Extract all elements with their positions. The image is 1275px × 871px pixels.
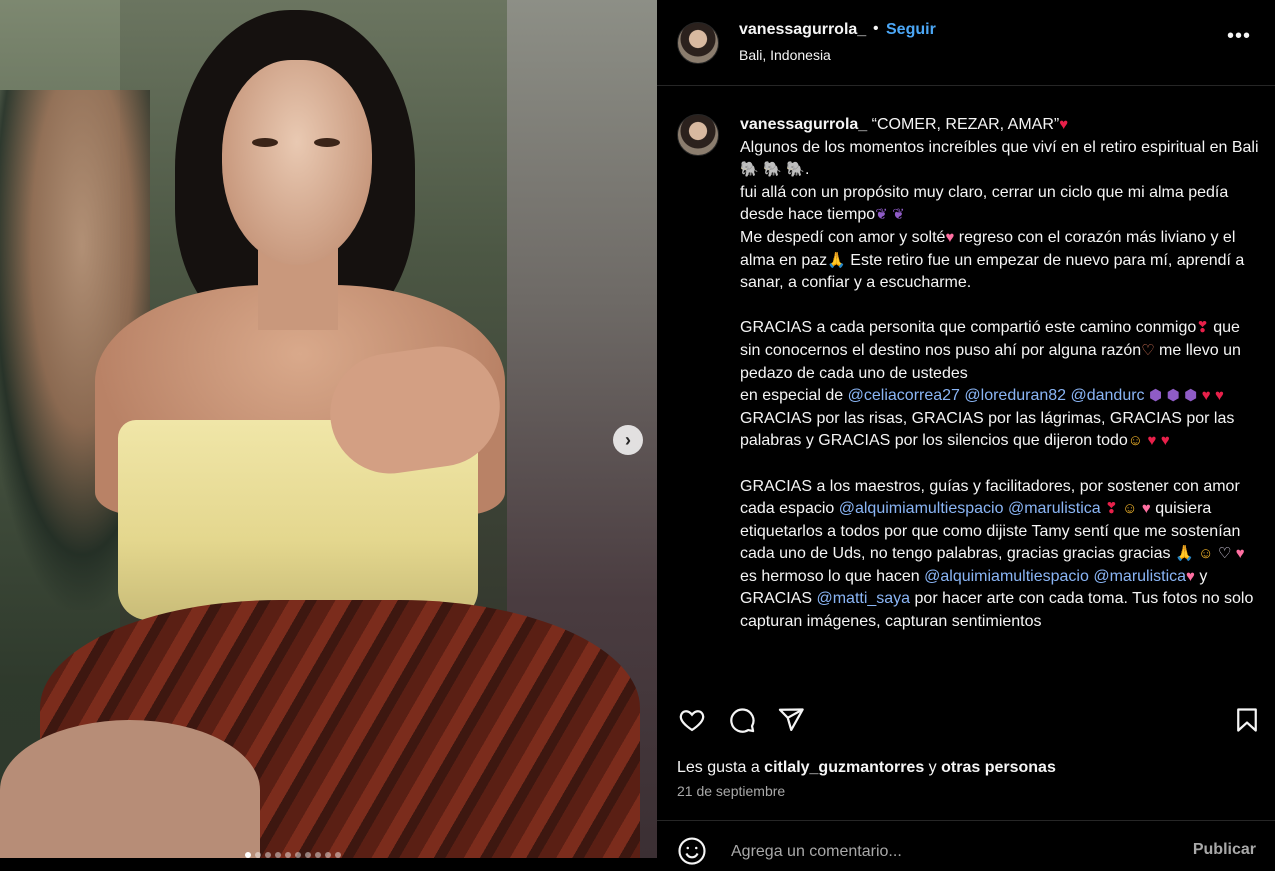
- caption-line: es hermoso lo que hacen: [740, 567, 925, 585]
- post-date[interactable]: 21 de septiembre: [677, 783, 785, 799]
- caption-text: vanessagurrola_ “COMER, REZAR, AMAR”♥ Al…: [740, 114, 1260, 634]
- praying-hands-emoji-icon: 🙏: [1174, 545, 1194, 563]
- publish-button[interactable]: Publicar: [1193, 841, 1256, 859]
- heart-outline-icon[interactable]: [677, 706, 707, 739]
- separator-dot: •: [873, 20, 879, 37]
- mention-link[interactable]: @matti_saya: [816, 590, 910, 607]
- woman-face: [222, 60, 372, 265]
- action-bar: [677, 700, 1267, 744]
- comment-bubble-icon[interactable]: [727, 706, 757, 739]
- caption-line: .: [804, 161, 810, 179]
- heart-exclamation-emoji-icon: ❣: [1196, 319, 1209, 337]
- heart-emoji-icon: ♥: [1059, 116, 1069, 133]
- mention-link[interactable]: @alquimiamultiespacio: [924, 568, 1089, 585]
- wing-emoji-icon: ❦: [892, 206, 905, 224]
- avatar[interactable]: [677, 22, 719, 64]
- eye-right: [314, 138, 340, 147]
- elephant-emoji-icon: 🐘: [763, 161, 782, 179]
- carousel-indicator: [245, 852, 341, 858]
- more-options-icon[interactable]: •••: [1227, 26, 1251, 46]
- caption-line: Me despedí con amor y solté: [740, 228, 946, 246]
- heart-hands-emoji-icon: ♡: [1141, 341, 1155, 359]
- carousel-dot: [335, 852, 341, 858]
- likes-middle: y: [924, 759, 942, 776]
- pleading-face-emoji-icon: ☺: [1127, 432, 1144, 450]
- heart-ribbon-emoji-icon: ♥: [1235, 545, 1245, 563]
- comment-input[interactable]: [729, 840, 1153, 864]
- chevron-right-icon: ›: [625, 429, 631, 450]
- heart-ribbon-emoji-icon: ♥: [945, 228, 955, 246]
- caption-avatar[interactable]: [677, 114, 719, 156]
- mention-link[interactable]: @loreduran82: [964, 387, 1066, 404]
- bookmark-icon[interactable]: [1233, 706, 1261, 739]
- post-photo[interactable]: ›: [0, 0, 657, 858]
- knee-foreground: [0, 720, 260, 858]
- caption-username[interactable]: vanessagurrola_: [740, 116, 867, 133]
- next-slide-button[interactable]: ›: [613, 425, 643, 455]
- carousel-dot: [295, 852, 301, 858]
- wing-emoji-icon: ❦: [875, 206, 888, 224]
- divider: [657, 820, 1275, 821]
- crystal-emoji-icon: ⬢: [1166, 387, 1180, 405]
- location-link[interactable]: Bali, Indonesia: [739, 47, 831, 63]
- carousel-dot: [315, 852, 321, 858]
- heart-emoji-icon: ♥: [1186, 567, 1195, 585]
- author-username[interactable]: vanessagurrola_: [739, 21, 866, 39]
- carousel-dot: [325, 852, 331, 858]
- mention-link[interactable]: @marulistica: [1008, 500, 1101, 517]
- post-details: vanessagurrola_ • Seguir Bali, Indonesia…: [657, 0, 1275, 865]
- carousel-dot: [255, 852, 261, 858]
- heart-emoji-icon: ♥: [1215, 387, 1224, 405]
- pleading-face-emoji-icon: ☺: [1198, 545, 1214, 563]
- kiss-face-emoji-icon: ☺: [1122, 500, 1138, 518]
- carousel-dot: [305, 852, 311, 858]
- elephant-emoji-icon: 🐘: [740, 161, 759, 179]
- carousel-dot: [265, 852, 271, 858]
- praying-hands-emoji-icon: 🙏: [827, 251, 846, 269]
- heart-emoji-icon: ♥: [1160, 432, 1170, 450]
- liker-username[interactable]: citlaly_guzmantorres: [764, 759, 924, 776]
- mention-link[interactable]: @dandurc: [1070, 387, 1144, 404]
- post-header: vanessagurrola_ • Seguir Bali, Indonesia…: [677, 20, 1267, 64]
- crystal-emoji-icon: ⬢: [1184, 387, 1198, 405]
- caption-line: GRACIAS a cada personita que compartió e…: [740, 319, 1197, 337]
- carousel-dot: [285, 852, 291, 858]
- follow-button[interactable]: Seguir: [886, 21, 936, 39]
- likes-summary[interactable]: Les gusta a citlaly_guzmantorres y otras…: [677, 759, 1056, 777]
- caption-line: Algunos de los momentos increíbles que v…: [740, 138, 1259, 156]
- white-heart-emoji-icon: ♡: [1217, 545, 1232, 563]
- caption-title: “COMER, REZAR, AMAR”: [871, 116, 1060, 133]
- post-dialog: › vanessagurrola_ • Seguir Bali, Indones…: [0, 0, 1275, 865]
- emoji-picker-icon[interactable]: [677, 836, 707, 871]
- caption-line: fui allá con un propósito muy claro, cer…: [740, 183, 1229, 224]
- mention-link[interactable]: @celiacorrea27: [848, 387, 960, 404]
- heart-exclamation-emoji-icon: ❣: [1105, 500, 1118, 518]
- divider: [657, 85, 1275, 86]
- caption-line: en especial de: [740, 387, 848, 405]
- mention-link[interactable]: @marulistica: [1093, 568, 1186, 585]
- paper-plane-icon[interactable]: [776, 706, 806, 739]
- heart-emoji-icon: ♥: [1147, 432, 1157, 450]
- likes-others[interactable]: otras personas: [941, 759, 1056, 776]
- carousel-dot: [245, 852, 251, 858]
- eye-left: [252, 138, 278, 147]
- likes-prefix: Les gusta a: [677, 759, 765, 776]
- heart-emoji-icon: ♥: [1201, 387, 1211, 405]
- crystal-emoji-icon: ⬢: [1149, 387, 1163, 405]
- heart-ribbon-emoji-icon: ♥: [1141, 500, 1151, 518]
- carousel-dot: [275, 852, 281, 858]
- elephant-emoji-icon: 🐘: [786, 161, 805, 179]
- mention-link[interactable]: @alquimiamultiespacio: [839, 500, 1004, 517]
